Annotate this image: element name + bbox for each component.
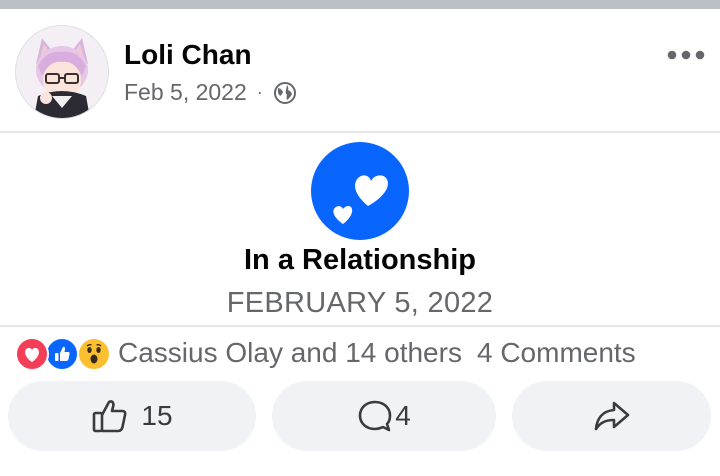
more-options-icon[interactable] <box>666 49 706 61</box>
author-name[interactable]: Loli Chan <box>124 39 252 71</box>
comment-count: 4 <box>395 400 411 431</box>
love-reaction-icon <box>15 337 49 371</box>
comment-button[interactable]: 4 <box>272 381 496 451</box>
top-border <box>0 0 720 9</box>
like-button[interactable]: 15 <box>8 381 256 451</box>
like-count: 15 <box>141 400 173 431</box>
post-meta: Feb 5, 2022 · <box>124 79 297 106</box>
comments-count-link[interactable]: 4 Comments <box>477 337 636 369</box>
comment-icon <box>357 398 393 434</box>
globe-icon[interactable] <box>273 81 297 105</box>
header-divider <box>0 131 720 133</box>
reactions-row: Cassius Olay and 14 others 4 Comments <box>15 336 705 371</box>
avatar[interactable] <box>15 25 109 119</box>
reaction-icons[interactable] <box>15 336 111 371</box>
reactions-summary[interactable]: Cassius Olay and 14 others <box>118 337 462 369</box>
post-header: Loli Chan Feb 5, 2022 · <box>0 9 720 132</box>
life-event-title: In a Relationship <box>243 244 477 276</box>
hearts-icon <box>311 142 409 240</box>
wow-reaction-icon <box>77 337 111 371</box>
thumbs-up-icon <box>91 397 129 435</box>
post-date[interactable]: Feb 5, 2022 <box>124 79 247 106</box>
share-button[interactable] <box>512 381 711 451</box>
content-divider <box>0 325 720 327</box>
meta-separator: · <box>256 82 263 102</box>
share-icon <box>593 399 631 433</box>
like-reaction-icon <box>45 337 79 371</box>
life-event-date: FEBRUARY 5, 2022 <box>226 287 494 319</box>
